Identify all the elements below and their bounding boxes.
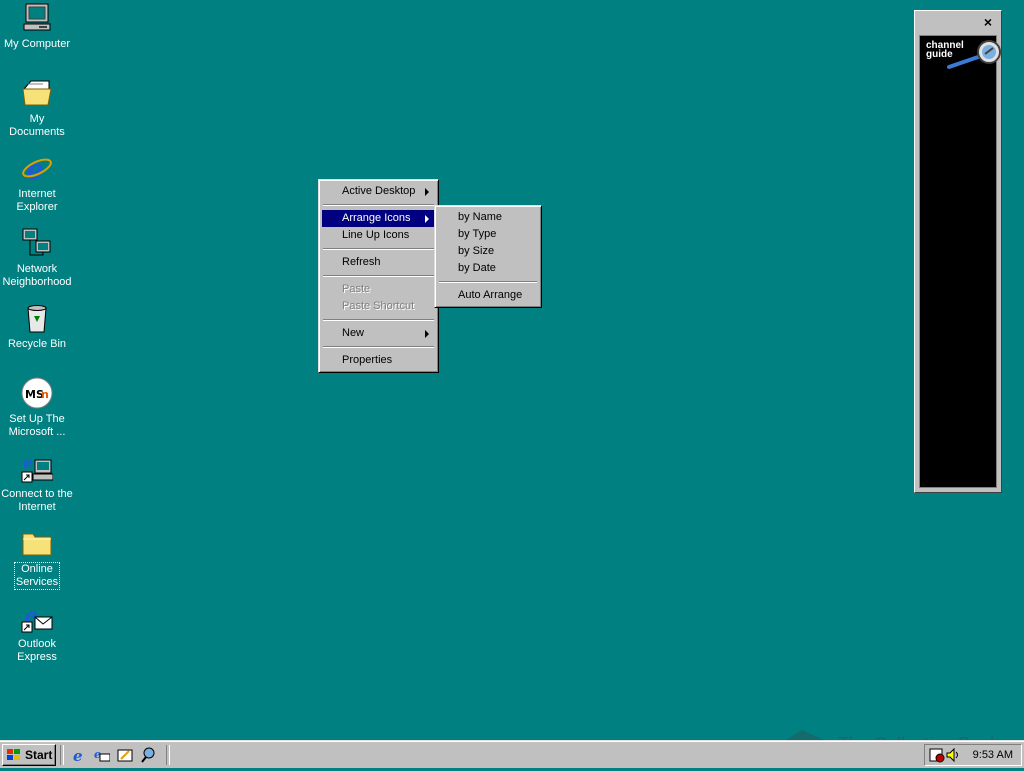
windows-flag-icon — [7, 749, 20, 760]
menu-item-arrange-icons[interactable]: Arrange Icons — [322, 210, 435, 227]
desktop-icon-internet-explorer[interactable]: e Internet Explorer — [0, 152, 74, 214]
menu-item-paste: Paste — [322, 281, 435, 298]
desktop-icon-network-neighborhood[interactable]: Network Neighborhood — [0, 227, 74, 289]
folder-documents-icon — [21, 77, 53, 109]
menu-item-label: by Date — [458, 262, 496, 274]
close-icon[interactable]: × — [981, 15, 995, 29]
desktop-icon-label: Connect to the Internet — [1, 488, 73, 513]
clock[interactable]: 9:53 AM — [973, 749, 1013, 761]
channel-bar: × channel guide — [914, 10, 1002, 493]
desktop-icon-label: Online Services — [13, 562, 61, 590]
menu-item-refresh[interactable]: Refresh — [322, 254, 435, 271]
outlook-express-icon: e — [21, 602, 53, 634]
svg-text:e: e — [73, 747, 83, 763]
outlook-express-icon[interactable]: e — [94, 747, 110, 763]
menu-separator — [323, 319, 434, 321]
desktop-icon-label: Recycle Bin — [7, 338, 67, 350]
desktop-icon-label: My Documents — [9, 113, 65, 138]
desktop-icon-setup-msn[interactable]: MS n Set Up The Microsoft ... — [0, 377, 74, 439]
menu-item-active-desktop[interactable]: Active Desktop — [322, 183, 435, 200]
start-button[interactable]: Start — [2, 744, 56, 766]
internet-explorer-icon: e — [21, 152, 53, 186]
volume-icon[interactable] — [945, 747, 961, 763]
my-computer-icon — [21, 2, 53, 34]
show-desktop-icon[interactable] — [117, 747, 133, 763]
menu-item-label: Line Up Icons — [342, 229, 410, 241]
channel-guide-button[interactable]: channel guide — [923, 40, 1001, 70]
scheduler-icon[interactable] — [929, 747, 945, 763]
menu-separator — [323, 346, 434, 348]
internet-explorer-icon[interactable]: e — [71, 747, 87, 763]
recycle-bin-icon — [21, 302, 53, 334]
menu-item-label: by Type — [458, 228, 497, 240]
svg-text:e: e — [23, 453, 33, 472]
desktop-icon-recycle-bin[interactable]: Recycle Bin — [0, 302, 74, 351]
menu-item-label: Paste Shortcut — [342, 300, 415, 312]
menu-item-by-size[interactable]: by Size — [438, 243, 538, 260]
network-computers-icon — [21, 227, 53, 259]
menu-separator — [323, 248, 434, 250]
system-tray: 9:53 AM — [924, 744, 1022, 766]
menu-item-label: by Size — [458, 245, 495, 257]
folder-icon — [21, 527, 53, 559]
menu-item-label: Auto Arrange — [458, 289, 523, 301]
submenu-arrow-icon — [425, 188, 429, 196]
menu-item-label: Active Desktop — [342, 185, 416, 197]
submenu-arrow-icon — [425, 330, 429, 338]
taskbar-separator — [166, 745, 170, 765]
taskbar: Start e e 9:53 AM — [0, 740, 1024, 768]
desktop-icon-label: Network Neighborhood — [2, 263, 72, 288]
menu-item-label: New — [342, 327, 365, 339]
menu-item-label: Refresh — [342, 256, 381, 268]
desktop-icon-label: Outlook Express — [17, 638, 57, 663]
taskbar-separator — [60, 745, 64, 765]
menu-item-label: Paste — [342, 283, 371, 295]
menu-item-by-date[interactable]: by Date — [438, 260, 538, 277]
menu-separator — [439, 281, 537, 283]
svg-text:e: e — [26, 153, 44, 184]
start-label: Start — [25, 748, 53, 762]
desktop-icon-my-computer[interactable]: My Computer — [0, 2, 74, 51]
view-channels-icon[interactable] — [140, 747, 156, 763]
menu-separator — [323, 204, 434, 206]
desktop-icon-online-services[interactable]: Online Services — [0, 527, 74, 590]
connect-internet-icon: e — [21, 452, 54, 484]
menu-item-auto-arrange[interactable]: Auto Arrange — [438, 287, 538, 304]
menu-item-new[interactable]: New — [322, 325, 435, 342]
menu-separator — [323, 275, 434, 277]
desktop-context-menu: Active Desktop Arrange Icons Line Up Ico… — [318, 179, 439, 373]
menu-item-by-name[interactable]: by Name — [438, 209, 538, 226]
magnifier-satellite-icon — [947, 40, 1001, 69]
arrange-icons-submenu: by Name by Type by Size by Date Auto Arr… — [434, 205, 542, 308]
desktop-icon-label: Internet Explorer — [16, 188, 58, 213]
desktop-icon-label: Set Up The Microsoft ... — [8, 413, 66, 438]
msn-icon: MS n — [21, 377, 53, 409]
menu-item-label: by Name — [458, 211, 503, 223]
menu-item-line-up-icons[interactable]: Line Up Icons — [322, 227, 435, 244]
menu-item-paste-shortcut: Paste Shortcut — [322, 298, 435, 315]
channel-bar-panel: channel guide — [919, 35, 1001, 488]
menu-item-by-type[interactable]: by Type — [438, 226, 538, 243]
svg-text:n: n — [41, 388, 49, 401]
menu-item-label: Arrange Icons — [342, 212, 411, 224]
menu-item-properties[interactable]: Properties — [322, 352, 435, 369]
desktop-icon-outlook-express[interactable]: e Outlook Express — [0, 602, 74, 664]
menu-item-label: Properties — [342, 354, 393, 366]
submenu-arrow-icon — [425, 215, 429, 223]
desktop-icon-my-documents[interactable]: My Documents — [0, 77, 74, 139]
desktop-icon-connect-internet[interactable]: e Connect to the Internet — [0, 452, 74, 514]
desktop-icon-label: My Computer — [3, 38, 71, 50]
